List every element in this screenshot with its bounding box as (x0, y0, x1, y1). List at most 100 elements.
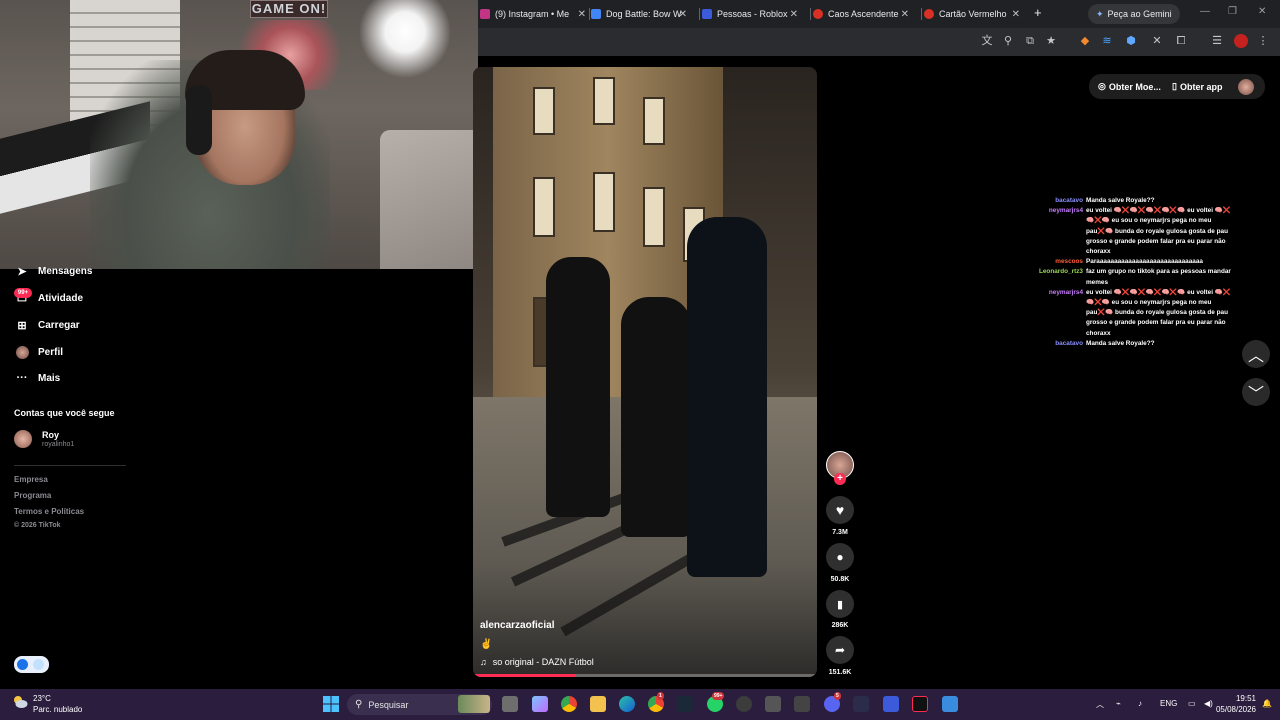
like-button[interactable]: ♥ (826, 496, 854, 524)
coin-icon: ◎ (1098, 81, 1106, 91)
close-tab-icon[interactable]: ✕ (679, 9, 687, 20)
sidebar-item-more[interactable]: ··· Mais (14, 371, 61, 385)
tiktok-icon[interactable] (912, 696, 928, 712)
bookmark-star-icon[interactable]: ★ (1044, 34, 1058, 48)
chat-message: bacatavo Manda salve Royale?? (1030, 196, 1235, 206)
windows-start-icon[interactable] (323, 696, 339, 712)
close-tab-icon[interactable]: ✕ (901, 9, 909, 20)
close-tab-icon[interactable]: ✕ (578, 9, 586, 20)
video-music[interactable]: ♫ so original - DAZN Fútbol (480, 657, 594, 667)
search-highlight-icon[interactable] (458, 695, 490, 713)
sidebar-item-label: Mais (38, 372, 61, 384)
tab-cartao-vermelho[interactable]: Cartão Vermelho ✕ (924, 4, 1020, 24)
following-avatar[interactable] (14, 430, 32, 448)
chat-username[interactable]: mescoos (1030, 257, 1086, 267)
gemini-button[interactable]: ✦ Peça ao Gemini (1088, 4, 1180, 24)
maximize-button[interactable]: ❐ (1228, 6, 1237, 17)
tab-dog-battle[interactable]: Dog Battle: Bow W ✕ (591, 4, 687, 24)
video-author[interactable]: alencarzaoficial (480, 620, 554, 631)
edge-icon[interactable] (619, 696, 635, 712)
close-tab-icon[interactable]: ✕ (790, 9, 798, 20)
reading-list-icon[interactable]: ☰ (1210, 34, 1224, 48)
chrome-icon[interactable] (561, 696, 577, 712)
kebab-menu-icon[interactable]: ⋮ (1256, 34, 1270, 48)
search-icon: ⚲ (355, 699, 363, 710)
chat-username[interactable]: neymarjrs4 (1030, 288, 1086, 339)
new-tab-button[interactable]: + (1034, 5, 1042, 20)
comment-button[interactable]: ● (826, 543, 854, 571)
theme-toggle[interactable] (14, 656, 49, 673)
tab-caos-ascendente[interactable]: Caos Ascendente ✕ (813, 4, 909, 24)
profile-avatar-icon[interactable] (1234, 34, 1248, 48)
copyright: © 2026 TikTok (14, 522, 61, 529)
file-explorer-icon[interactable] (590, 696, 606, 712)
microphone-icon[interactable]: ♪ (1138, 699, 1142, 708)
get-app-button[interactable]: ▯ Obter app (1172, 81, 1222, 92)
clock-date[interactable]: 05/08/2026 (1208, 705, 1256, 714)
close-tab-icon[interactable]: ✕ (1012, 9, 1020, 20)
chat-username[interactable]: bacatavo (1030, 196, 1086, 206)
extension-shield-icon[interactable]: ⬢ (1124, 34, 1138, 48)
settings-gear-icon[interactable] (765, 696, 781, 712)
sidebar-item-label: Carregar (38, 319, 80, 331)
footer-link-terms[interactable]: Termos e Políticas (14, 507, 84, 516)
chat-text: faz um grupo no tiktok para as pessoas m… (1086, 268, 1231, 286)
tab-roblox[interactable]: Pessoas - Roblox ✕ (702, 4, 798, 24)
sidebar-item-upload[interactable]: ⊞ Carregar (14, 318, 80, 332)
video-person-left (546, 257, 610, 517)
language-indicator[interactable]: ENG (1160, 699, 1177, 708)
video-progress-bar[interactable] (473, 674, 817, 677)
task-view-icon[interactable] (502, 696, 518, 712)
calculator-icon[interactable] (794, 696, 810, 712)
translate-icon[interactable]: 文 (980, 34, 994, 48)
weather-cloud-icon[interactable] (12, 694, 28, 710)
extension-fox-icon[interactable]: ◆ (1078, 34, 1092, 48)
notification-bell-icon[interactable]: 🔔 (1262, 699, 1272, 708)
save-button[interactable]: ▮ (826, 590, 854, 618)
display-icon[interactable]: ▭ (1188, 699, 1196, 708)
tab-label: Cartão Vermelho (939, 9, 1007, 19)
paper-plane-icon: ➤ (17, 265, 27, 278)
share-count: 151.6K (828, 669, 852, 676)
video-person-middle (621, 297, 691, 537)
previous-video-button[interactable]: ︿ (1242, 340, 1270, 368)
app-icon[interactable] (853, 696, 869, 712)
steam-icon[interactable] (677, 696, 693, 712)
chat-username[interactable]: neymarjrs4 (1030, 206, 1086, 257)
share-button[interactable]: ➦ (826, 636, 854, 664)
user-avatar[interactable] (1238, 79, 1254, 95)
tab-instagram[interactable]: (9) Instagram • Me ✕ (480, 4, 586, 24)
chat-text: eu voltei 🧠❌🧠❌🧠❌🧠❌🧠 eu voltei 🧠❌🧠❌🧠 eu s… (1086, 207, 1231, 256)
obs-icon[interactable] (736, 696, 752, 712)
get-coins-button[interactable]: ◎ Obter Moe... (1098, 81, 1161, 92)
music-label: so original - DAZN Fútbol (492, 657, 594, 667)
video-player[interactable]: alencarzaoficial ✌ ♫ so original - DAZN … (473, 67, 817, 677)
cast-icon[interactable]: ⧉ (1023, 34, 1037, 48)
clock-time[interactable]: 19:51 (1216, 694, 1256, 703)
tab-divider (589, 8, 590, 20)
roblox-taskbar-icon[interactable] (883, 696, 899, 712)
network-icon[interactable]: ⌁ (1116, 699, 1121, 708)
close-window-button[interactable]: ✕ (1258, 6, 1266, 17)
chat-username[interactable]: bacatavo (1030, 339, 1086, 349)
footer-link-company[interactable]: Empresa (14, 475, 48, 484)
extension-x-icon[interactable]: ✕ (1150, 34, 1164, 48)
copilot-icon[interactable] (532, 696, 548, 712)
extensions-puzzle-icon[interactable]: ⧠ (1174, 34, 1188, 48)
capcut-icon[interactable] (942, 696, 958, 712)
app-label: Obter app (1179, 81, 1223, 92)
follow-plus-icon[interactable]: + (834, 473, 846, 485)
sidebar-item-messages[interactable]: ➤ Mensagens (14, 264, 92, 278)
video-person-right (687, 217, 767, 577)
next-video-button[interactable]: ﹀ (1242, 378, 1270, 406)
footer-link-program[interactable]: Programa (14, 491, 51, 500)
extension-audio-icon[interactable]: ≋ (1100, 34, 1114, 48)
following-name[interactable]: Roy (42, 430, 59, 440)
chat-username[interactable]: Leonardo_rtz3 (1030, 267, 1086, 287)
chrome-badge: 1 (657, 692, 664, 700)
zoom-icon[interactable]: ⚲ (1001, 34, 1015, 48)
tray-overflow-icon[interactable]: ︿ (1096, 699, 1104, 710)
minimize-button[interactable]: — (1200, 6, 1210, 17)
tab-divider (810, 8, 811, 20)
sidebar-item-profile[interactable]: Perfil (14, 345, 63, 359)
